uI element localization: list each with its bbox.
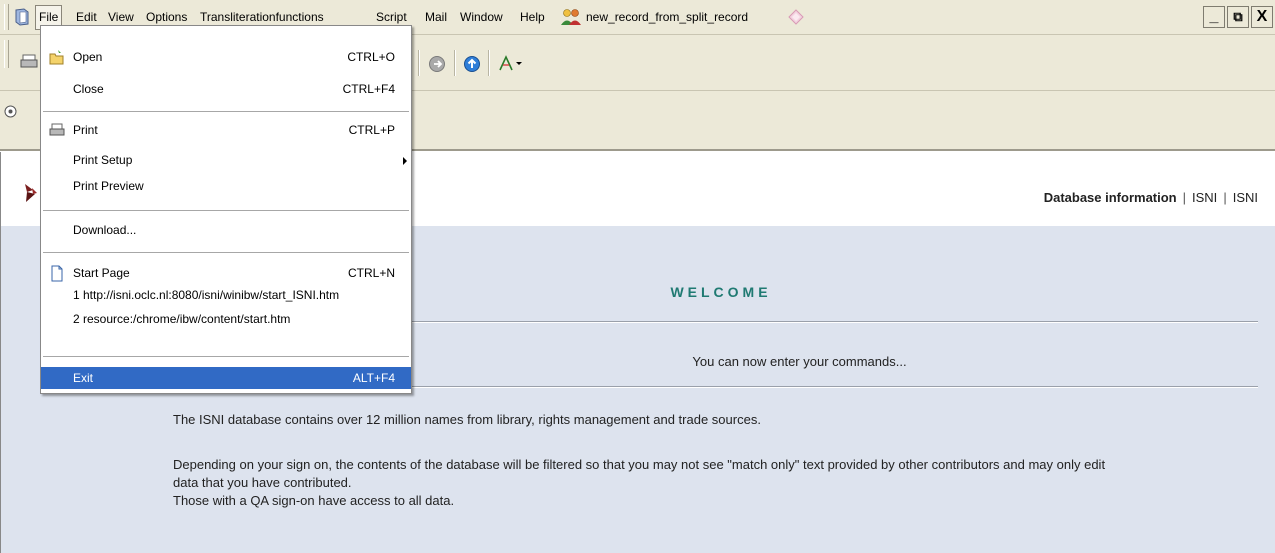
forward-icon[interactable] [428,55,446,73]
menu-item-shortcut: CTRL+N [347,266,395,280]
commands-prompt: You can now enter your commands... [692,354,907,369]
close-button[interactable]: X [1251,6,1273,28]
menu-item-label: Exit [73,371,94,385]
file-menu-dropdown: Open CTRL+O Close CTRL+F4 Print CTRL+P P… [40,25,412,394]
menu-item-recent-2[interactable]: 2 resource:/chrome/ibw/content/start.htm [41,308,411,331]
menu-edit[interactable]: Edit [76,10,97,24]
database-information-link[interactable]: Database information [1044,190,1177,205]
printer-icon [49,123,65,136]
menu-item-close[interactable]: Close CTRL+F4 [41,78,411,101]
menu-item-print[interactable]: Print CTRL+P [41,119,411,142]
toolbar-separator [454,50,456,76]
menu-view[interactable]: View [108,10,134,24]
filter-paragraph-line: Depending on your sign on, the contents … [173,457,1106,472]
pin-icon[interactable] [788,9,804,25]
menu-item-print-preview[interactable]: Print Preview [41,175,411,198]
toolbar-separator [488,50,490,76]
menu-item-open[interactable]: Open CTRL+O [41,46,411,69]
intro-paragraph: The ISNI database contains over 12 milli… [173,412,761,427]
menu-window[interactable]: Window [460,10,503,24]
upload-icon[interactable] [463,55,481,73]
menu-separator [43,252,409,253]
menu-item-exit[interactable]: Exit ALT+F4 [41,367,411,389]
menu-item-download[interactable]: Download... [41,219,411,242]
divider [341,386,1258,388]
menu-item-label: Print Setup [73,153,133,167]
menu-help[interactable]: Help [520,10,545,24]
app-icon [15,8,29,26]
menu-item-label: Open [73,50,103,64]
menu-item-start-page[interactable]: Start Page CTRL+N [41,262,411,285]
isni-logo-icon [25,184,37,202]
menu-item-label: 2 resource:/chrome/ibw/content/start.htm [73,312,291,326]
menu-item-shortcut: CTRL+P [348,123,395,137]
menu-mail[interactable]: Mail [425,10,447,24]
open-folder-icon [49,50,64,65]
menu-item-label: 1 http://isni.oclc.nl:8080/isni/winibw/s… [73,288,340,302]
menu-item-label: Download... [73,223,137,237]
minimize-button[interactable]: _ [1203,6,1225,28]
menu-item-label: Close [73,82,104,96]
toolbar-grip[interactable] [4,40,9,68]
isni-link[interactable]: ISNI [1192,190,1217,205]
toolbar-separator [418,50,420,76]
menubar-grip[interactable] [4,4,9,30]
users-icon [561,9,581,25]
menu-script[interactable]: Script [376,10,407,24]
menu-transliterationfunctions[interactable]: Transliterationfunctions [200,10,324,24]
menu-separator [43,356,409,357]
isni-link[interactable]: ISNI [1233,190,1258,205]
menu-item-shortcut: CTRL+O [347,50,395,64]
script-dropdown-icon[interactable] [498,54,524,72]
menu-item-shortcut: ALT+F4 [352,371,395,385]
submenu-arrow-icon [403,157,407,165]
divider [341,321,1258,323]
menu-item-print-setup[interactable]: Print Setup [41,149,411,172]
menu-item-recent-1[interactable]: 1 http://isni.oclc.nl:8080/isni/winibw/s… [41,284,411,307]
restore-button[interactable]: ⧉ [1227,6,1249,28]
menu-item-label: Print [73,123,98,137]
link-separator: | [1182,190,1187,205]
menu-item-label: Print Preview [73,179,144,193]
page-icon [51,265,63,282]
printer-icon[interactable] [20,53,38,71]
qa-paragraph-line: Those with a QA sign-on have access to a… [173,493,455,508]
menu-separator [43,210,409,211]
menu-item-label: Start Page [73,266,130,280]
link-separator: | [1223,190,1227,205]
filter-paragraph: Depending on your sign on, the contents … [173,456,1263,510]
filter-paragraph-line: data that you have contributed. [173,475,352,490]
menu-separator [43,111,409,112]
menu-options[interactable]: Options [146,10,187,24]
info-icon[interactable] [4,105,17,118]
header-links: Database information | ISNI | ISNI [1044,190,1258,205]
record-title: new_record_from_split_record [586,10,749,24]
menu-item-shortcut: CTRL+F4 [342,82,395,96]
